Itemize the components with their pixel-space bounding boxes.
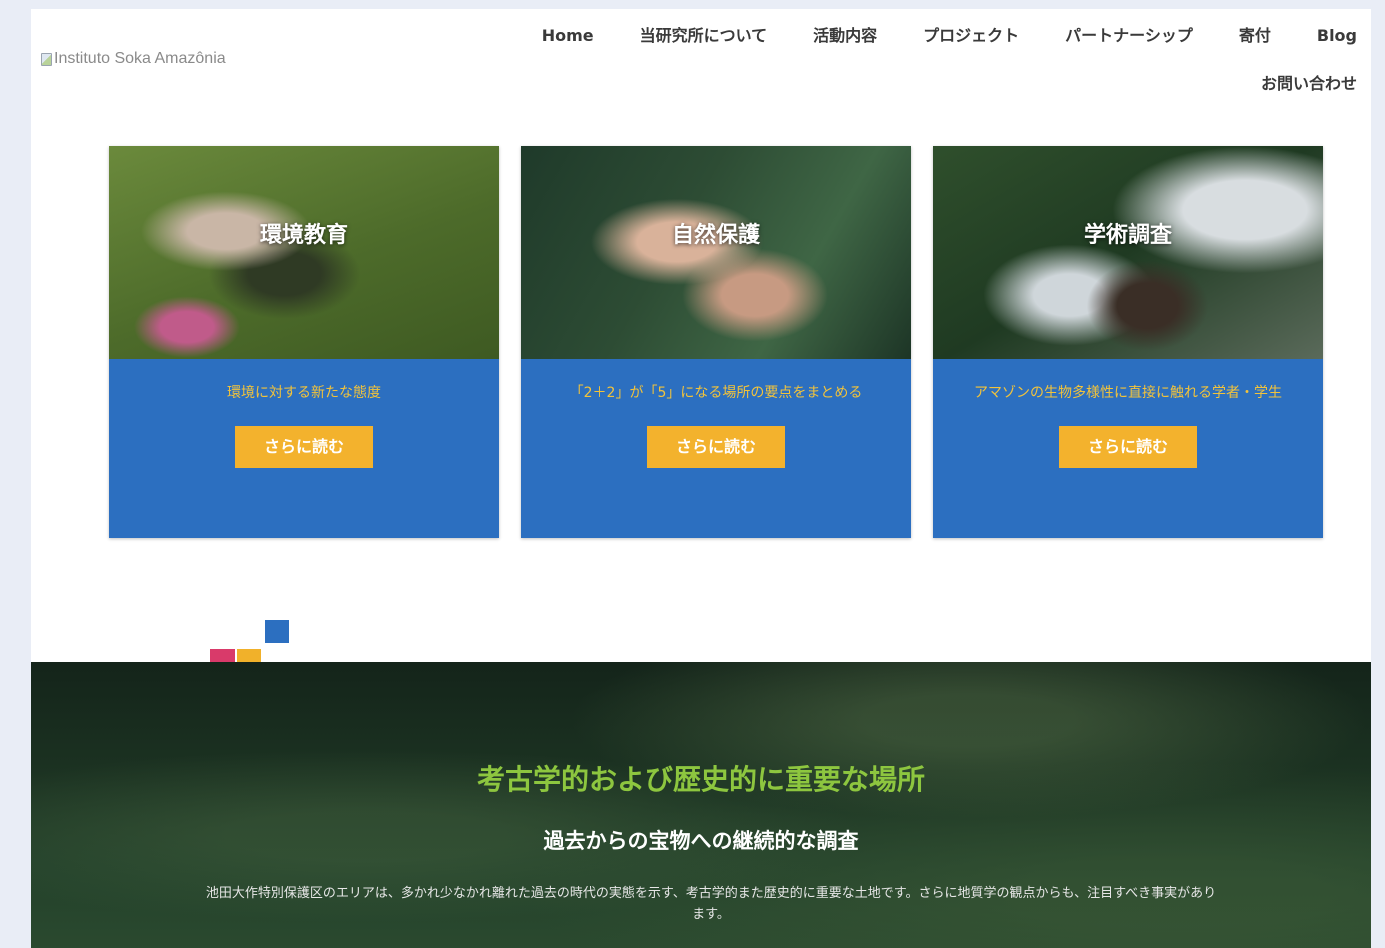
forest-section: 考古学的および歴史的に重要な場所 過去からの宝物への継続的な調査 池田大作特別保… <box>31 662 1371 948</box>
nav-partnership[interactable]: パートナーシップ <box>1019 25 1193 55</box>
section-body-text: 池田大作特別保護区のエリアは、多かれ少なかれ離れた過去の時代の実態を示す、考古学… <box>205 886 1217 922</box>
page: Instituto Soka Amazônia Home 当研究所について 活動… <box>31 9 1371 948</box>
card-description: 環境に対する新たな態度 <box>227 385 381 401</box>
nav-row-2: お問い合わせ <box>457 73 1357 103</box>
nav-donate[interactable]: 寄付 <box>1193 25 1271 55</box>
site-logo[interactable]: Instituto Soka Amazônia <box>41 50 226 68</box>
nav-about[interactable]: 当研究所について <box>594 25 768 55</box>
read-more-button[interactable]: さらに読む <box>1059 426 1197 468</box>
read-more-button[interactable]: さらに読む <box>647 426 785 468</box>
decorative-square-blue <box>265 620 289 643</box>
main-navigation: Home 当研究所について 活動内容 プロジェクト パートナーシップ 寄付 Bl… <box>457 25 1357 103</box>
logo-alt-text: Instituto Soka Amazônia <box>54 50 226 67</box>
cupped-hands-photo: 自然保護 <box>521 146 911 359</box>
card-title: 自然保護 <box>671 222 760 248</box>
seedling-in-gloves-photo: 学術調査 <box>933 146 1323 359</box>
section-title: 考古学的および歴史的に重要な場所 <box>476 763 925 796</box>
feature-cards: 環境教育 環境に対する新たな態度 さらに読む 自然保護 「2＋2」が「5」になる… <box>109 146 1323 538</box>
nav-activities[interactable]: 活動内容 <box>767 25 877 55</box>
nav-blog[interactable]: Blog <box>1271 25 1357 55</box>
nav-contact[interactable]: お問い合わせ <box>1261 73 1357 103</box>
children-planting-photo: 環境教育 <box>109 146 499 359</box>
card-environmental-education: 環境教育 環境に対する新たな態度 さらに読む <box>109 146 499 538</box>
card-title: 学術調査 <box>1083 222 1172 248</box>
card-title: 環境教育 <box>259 222 348 248</box>
read-more-button[interactable]: さらに読む <box>235 426 373 468</box>
card-nature-conservation: 自然保護 「2＋2」が「5」になる場所の要点をまとめる さらに読む <box>521 146 911 538</box>
card-description: 「2＋2」が「5」になる場所の要点をまとめる <box>569 385 863 401</box>
card-description: アマゾンの生物多様性に直接に触れる学者・学生 <box>974 385 1282 401</box>
card-academic-research: 学術調査 アマゾンの生物多様性に直接に触れる学者・学生 さらに読む <box>933 146 1323 538</box>
nav-projects[interactable]: プロジェクト <box>877 25 1019 55</box>
section-subtitle: 過去からの宝物への継続的な調査 <box>543 829 859 853</box>
nav-home[interactable]: Home <box>496 25 594 55</box>
broken-image-icon <box>41 52 52 66</box>
